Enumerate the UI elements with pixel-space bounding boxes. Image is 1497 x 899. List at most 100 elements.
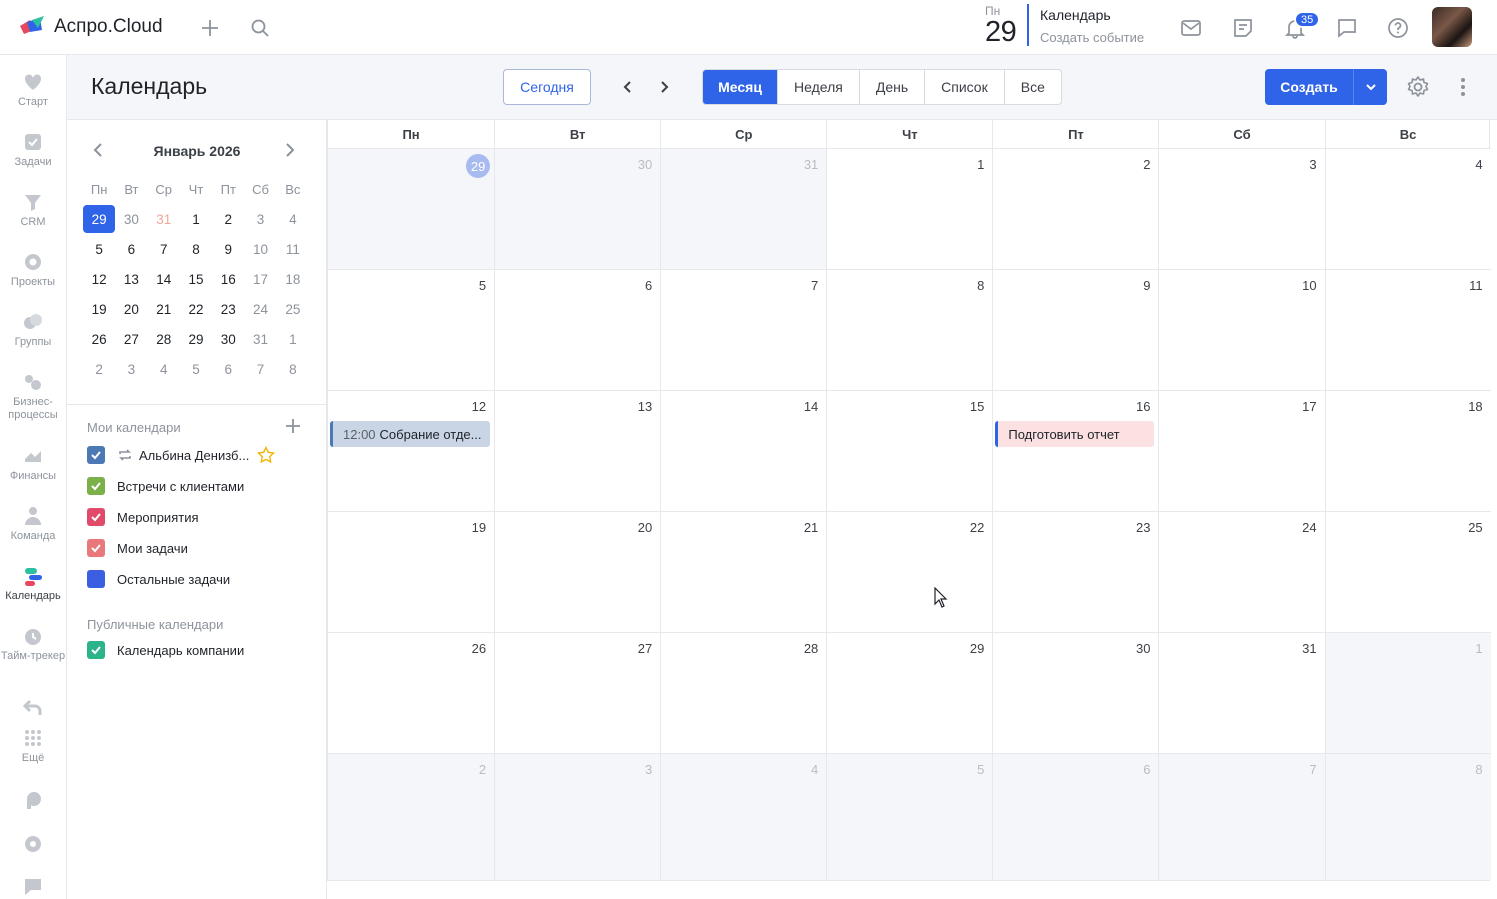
mini-day[interactable]: 24 (244, 294, 276, 324)
day-cell[interactable]: 12 12:00 Собрание отде... (328, 391, 495, 511)
create-button[interactable]: Создать (1265, 69, 1353, 105)
day-cell[interactable]: 5 (328, 270, 495, 390)
day-cell[interactable]: 30 (494, 149, 661, 269)
day-cell[interactable]: 31 (660, 149, 827, 269)
app-logo[interactable]: Аспро.Cloud (18, 16, 163, 38)
day-cell[interactable]: 2 (328, 754, 495, 880)
user-avatar[interactable] (1432, 7, 1472, 47)
calendar-item-events[interactable]: Мероприятия (87, 507, 199, 527)
notes-icon[interactable] (1230, 15, 1256, 41)
tab-list[interactable]: Список (924, 70, 1004, 104)
mini-day[interactable]: 19 (83, 294, 115, 324)
nav-undo[interactable] (0, 697, 66, 719)
mini-day[interactable]: 5 (180, 354, 212, 384)
nav-tasks[interactable]: Задачи (0, 131, 66, 169)
day-cell[interactable]: 24 (1158, 512, 1325, 632)
current-date[interactable]: Пн 29 (983, 4, 1029, 48)
tab-week[interactable]: Неделя (777, 70, 859, 104)
mini-day[interactable]: 4 (277, 204, 309, 234)
mini-day[interactable]: 8 (277, 354, 309, 384)
day-cell[interactable]: 17 (1158, 391, 1325, 511)
prev-month-button[interactable] (614, 73, 642, 101)
checkbox-unchecked[interactable] (87, 570, 105, 588)
star-icon[interactable] (257, 446, 276, 464)
mini-day[interactable]: 30 (212, 324, 244, 354)
day-cell[interactable]: 18 (1324, 391, 1491, 511)
day-cell[interactable]: 3 (494, 754, 661, 880)
day-cell[interactable]: 4 (1324, 149, 1491, 269)
mini-day[interactable]: 2 (212, 204, 244, 234)
mini-day[interactable]: 21 (148, 294, 180, 324)
nav-extra-2[interactable] (0, 833, 66, 855)
mini-day[interactable]: 12 (83, 264, 115, 294)
nav-start[interactable]: Старт (0, 71, 66, 109)
mini-day[interactable]: 26 (83, 324, 115, 354)
mini-day[interactable]: 25 (277, 294, 309, 324)
more-options-button[interactable] (1453, 74, 1473, 105)
mini-day[interactable]: 23 (212, 294, 244, 324)
day-cell[interactable]: 8 (826, 270, 993, 390)
mini-day[interactable]: 15 (180, 264, 212, 294)
day-cell[interactable]: 10 (1158, 270, 1325, 390)
mini-day[interactable]: 4 (148, 354, 180, 384)
checkbox-checked[interactable] (87, 477, 105, 495)
create-dropdown-button[interactable] (1353, 69, 1387, 105)
day-cell[interactable]: 7 (1158, 754, 1325, 880)
search-icon[interactable] (247, 15, 273, 41)
mini-day[interactable]: 5 (83, 234, 115, 264)
mini-day[interactable]: 6 (212, 354, 244, 384)
mini-day[interactable]: 28 (148, 324, 180, 354)
mini-day[interactable]: 30 (115, 204, 147, 234)
day-cell[interactable]: 15 (826, 391, 993, 511)
mini-day[interactable]: 14 (148, 264, 180, 294)
day-cell[interactable]: 21 (660, 512, 827, 632)
day-cell[interactable]: 27 (494, 633, 661, 753)
nav-crm[interactable]: CRM (0, 191, 66, 229)
mini-day[interactable]: 29 (180, 324, 212, 354)
day-cell[interactable]: 20 (494, 512, 661, 632)
mini-day[interactable]: 17 (244, 264, 276, 294)
day-cell[interactable]: 13 (494, 391, 661, 511)
day-cell[interactable]: 28 (660, 633, 827, 753)
nav-team[interactable]: Команда (0, 505, 66, 543)
nav-finance[interactable]: Финансы (0, 445, 66, 483)
today-button[interactable]: Сегодня (503, 69, 591, 105)
mini-day[interactable]: 8 (180, 234, 212, 264)
calendar-item-personal[interactable]: Альбина Денизб... (87, 445, 276, 465)
mini-day[interactable]: 11 (277, 234, 309, 264)
mini-day[interactable]: 20 (115, 294, 147, 324)
day-cell[interactable]: 11 (1324, 270, 1491, 390)
mini-day[interactable]: 9 (212, 234, 244, 264)
add-calendar-button[interactable] (285, 418, 301, 439)
checkbox-checked[interactable] (87, 641, 105, 659)
calendar-item-clients[interactable]: Встречи с клиентами (87, 476, 244, 496)
day-cell[interactable]: 23 (992, 512, 1159, 632)
day-cell[interactable]: 25 (1324, 512, 1491, 632)
nav-time-tracker[interactable]: Тайм-трекер (0, 625, 66, 663)
tab-day[interactable]: День (858, 70, 924, 104)
mini-day[interactable]: 1 (277, 324, 309, 354)
add-icon[interactable] (197, 15, 223, 41)
mini-day[interactable]: 6 (115, 234, 147, 264)
mini-day[interactable]: 3 (115, 354, 147, 384)
day-cell[interactable]: 19 (328, 512, 495, 632)
mail-icon[interactable] (1178, 15, 1204, 41)
nav-more[interactable]: Ещё (0, 727, 66, 765)
day-cell[interactable]: 7 (660, 270, 827, 390)
mini-next-button[interactable] (283, 140, 297, 165)
day-cell[interactable]: 29 (826, 633, 993, 753)
day-cell[interactable]: 6 (992, 754, 1159, 880)
mini-day[interactable]: 7 (244, 354, 276, 384)
nav-extra-1[interactable] (0, 789, 66, 811)
nav-groups[interactable]: Группы (0, 311, 66, 349)
day-cell[interactable]: 29 (328, 149, 495, 269)
calendar-item-my-tasks[interactable]: Мои задачи (87, 538, 188, 558)
mini-day[interactable]: 31 (148, 204, 180, 234)
settings-button[interactable] (1405, 74, 1431, 105)
day-cell[interactable]: 16 Подготовить отчет (992, 391, 1159, 511)
create-event-link[interactable]: Создать событие (1040, 30, 1144, 45)
day-cell[interactable]: 8 (1324, 754, 1491, 880)
checkbox-checked[interactable] (87, 508, 105, 526)
event-meeting[interactable]: 12:00 Собрание отде... (330, 421, 491, 447)
day-cell[interactable]: 9 (992, 270, 1159, 390)
